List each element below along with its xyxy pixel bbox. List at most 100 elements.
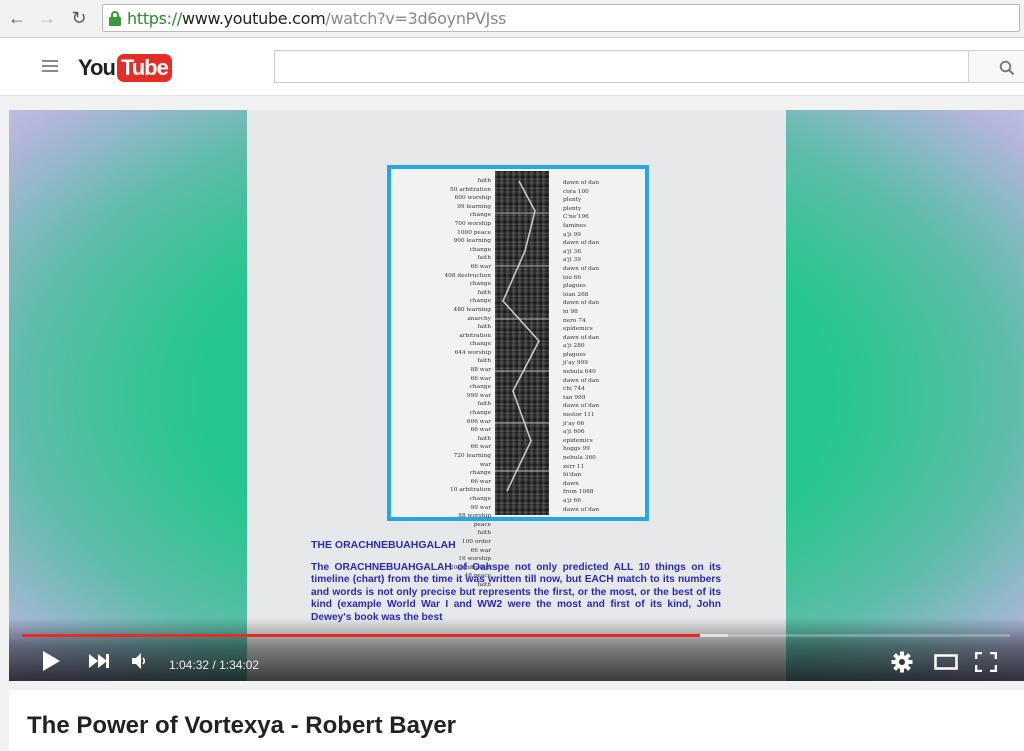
chart-label: epidemics [563,326,593,333]
chart-label: change [469,410,491,417]
fullscreen-icon [974,651,998,673]
chart-label: 900 learning [453,238,491,245]
chart-label: faith [477,178,491,184]
chart-label: 88 war [470,367,491,374]
chart-label: dawn of dan [563,265,600,272]
chart-label: epidemics [563,437,593,444]
youtube-logo[interactable]: You Tube [78,52,172,84]
chart-label: dawn [563,480,579,487]
chart-label: nestor 111 [563,412,595,419]
chart-label: 700 worship [454,220,491,227]
chart-label: 66 war [470,263,491,270]
chart-label: change [469,384,491,391]
volume-icon [132,653,146,669]
chart-label: faith [477,289,491,296]
chart-label: from 1088 [563,489,594,496]
chart-left-labels: faith 50 arbitration 600 worship 99 learnin… [395,177,491,590]
back-arrow-icon[interactable]: ← [6,6,28,30]
search-input[interactable] [274,50,970,83]
video-info: The Power of Vortexya - Robert Bayer [9,690,1024,751]
next-button[interactable] [88,653,110,674]
chart-label: arbitration [459,332,491,339]
chart-label: war [479,461,491,468]
chart-label: 600 worship [454,195,491,202]
chart-label: change [469,246,491,253]
chart-label: change [469,212,491,219]
chart-label: ji'ay 999 [563,360,588,367]
chart-label: faith [477,435,491,442]
browser-toolbar: ← → ↻ https://www.youtube.com/watch?v=3d… [0,0,1024,38]
chart-label: 50 arbitration [450,186,491,193]
search-button[interactable] [968,50,1024,83]
chart-label: 1000 peace [457,229,491,236]
chart-label: plenty [563,197,582,204]
theater-mode-button[interactable] [934,654,958,675]
lock-icon [109,11,121,26]
chart-label: a'ji 66 [563,497,581,504]
chart-label: dawn of dan [563,506,600,513]
play-button[interactable] [41,650,61,677]
chart-label: 999 war [466,392,491,399]
chart-label: dawn of dan [563,334,600,341]
chart-label: 606 war [466,418,491,425]
chart-label: a'ji 39 [563,257,581,264]
chart-label: change [469,495,491,502]
volume-button[interactable] [131,652,147,675]
chart-label: chi 744 [563,386,585,393]
chart-label: a'ji 99 [563,231,581,238]
chart-label: a'ji 280 [563,343,585,350]
video-title: The Power of Vortexya - Robert Bayer [27,712,456,739]
chart-label: 88 worship [458,513,491,520]
chart-label: dawn of dan [563,377,600,384]
chart-label: nebula 640 [563,369,596,376]
chart-label: loan 268 [563,291,589,298]
chart-label: faith [477,401,491,408]
skip-next-icon [89,654,109,668]
address-bar[interactable]: https://www.youtube.com/watch?v=3d6oynPV… [102,4,1020,32]
chart-label: 720 learning [453,453,491,459]
site-header: You Tube [0,38,1024,96]
chart-label: a'ji 36 [563,248,581,255]
chart-label: anarchy [467,315,491,322]
chart-label: dawn of dan [563,403,600,410]
forward-arrow-icon[interactable]: → [36,6,58,30]
play-icon [43,651,60,671]
video-player[interactable]: faith 50 arbitration 600 worship 99 learnin… [9,110,1024,681]
chart-label: change [469,298,491,305]
chart-label: ji'ay 66 [563,420,585,427]
time-display: 1:04:32 / 1:34:02 [169,658,260,672]
chart-label: peace [473,521,491,528]
chart-label: 66 war [470,427,491,434]
chart-label: 408 destruction [444,272,491,279]
chart-label: plagues [563,283,586,290]
progress-bar[interactable] [22,634,1010,637]
slide-heading: THE ORACHNEBUAHGALAH [311,539,456,551]
chart-label: famines [563,222,587,229]
chart-label: nebula 360 [563,455,596,461]
chart-label: 99 learning [457,203,491,210]
progress-played [22,634,700,637]
menu-icon[interactable] [42,60,58,72]
fullscreen-button[interactable] [974,651,998,677]
search-icon [999,60,1015,76]
chart-label: 99 war [470,504,491,511]
chart-label: tan 999 [563,394,586,401]
player-controls: 1:04:32 / 1:34:02 [9,618,1024,681]
chart-label: C'ne'196 [563,214,589,221]
chart-label: faith [477,358,491,365]
chart-label: 10 arbitration [450,487,491,494]
chart-label: hoggs 99 [563,446,590,453]
chart-label: change [469,470,491,477]
chart-label: 66 war [470,478,491,485]
oahspe-chart-image: faith 50 arbitration 600 worship 99 learnin… [387,165,649,588]
chart-label: faith [477,324,491,331]
settings-button[interactable] [891,651,913,678]
chart-label: change [469,281,491,288]
chart-label: plenty [563,205,582,212]
chart-label: loo 66 [563,274,582,281]
chart-label: zerr 11 [563,463,585,470]
chart-label: 644 worship [454,349,491,356]
reload-icon[interactable]: ↻ [68,6,90,30]
chart-label: plagues [563,351,586,358]
url-text: https://www.youtube.com/watch?v=3d6oynPV… [127,9,507,28]
